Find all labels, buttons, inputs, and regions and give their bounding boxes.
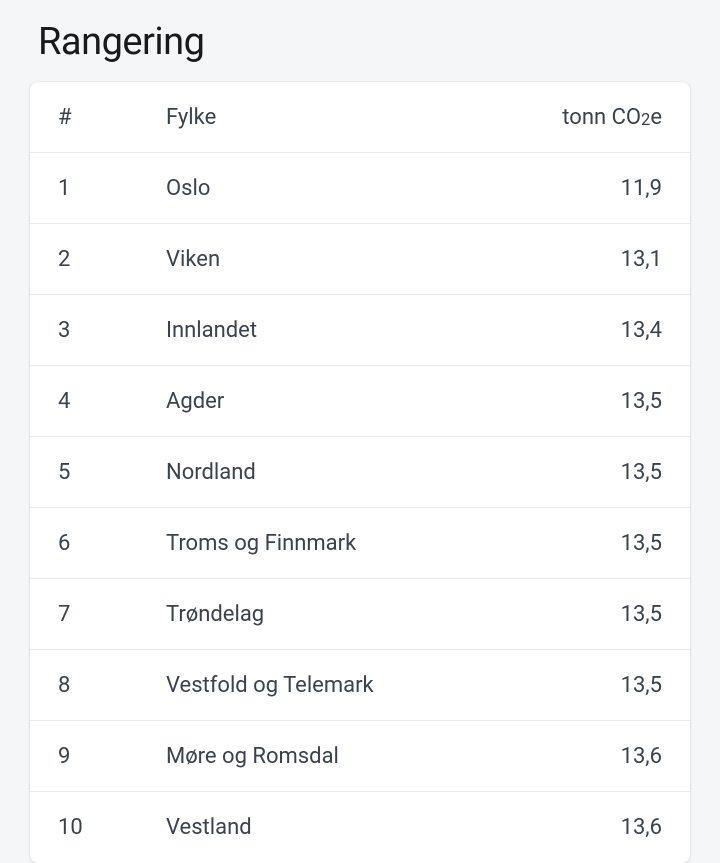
cell-value: 13,4 xyxy=(621,318,662,343)
cell-value: 13,5 xyxy=(621,531,662,556)
table-row: 2Viken13,1 xyxy=(30,224,690,295)
ranking-table: # Fylke tonn CO2e 1Oslo11,92Viken13,13In… xyxy=(30,82,690,863)
table-row: 8Vestfold og Telemark13,5 xyxy=(30,650,690,721)
cell-value: 13,1 xyxy=(621,247,662,272)
table-row: 7Trøndelag13,5 xyxy=(30,579,690,650)
table-row: 3Innlandet13,4 xyxy=(30,295,690,366)
cell-rank: 1 xyxy=(58,176,166,201)
header-value-prefix: tonn CO xyxy=(562,105,641,130)
cell-name: Agder xyxy=(166,389,621,414)
cell-name: Trøndelag xyxy=(166,602,621,627)
cell-name: Vestland xyxy=(166,815,621,840)
cell-name: Oslo xyxy=(166,176,621,201)
cell-value: 13,5 xyxy=(621,602,662,627)
table-row: 10Vestland13,6 xyxy=(30,792,690,863)
cell-rank: 9 xyxy=(58,744,166,769)
cell-name: Viken xyxy=(166,247,621,272)
cell-name: Troms og Finnmark xyxy=(166,531,621,556)
cell-value: 13,6 xyxy=(621,744,662,769)
header-name: Fylke xyxy=(166,105,562,130)
cell-name: Møre og Romsdal xyxy=(166,744,621,769)
cell-rank: 10 xyxy=(58,815,166,840)
table-row: 9Møre og Romsdal13,6 xyxy=(30,721,690,792)
cell-rank: 7 xyxy=(58,602,166,627)
cell-value: 13,5 xyxy=(621,389,662,414)
table-row: 1Oslo11,9 xyxy=(30,153,690,224)
table-header: # Fylke tonn CO2e xyxy=(30,82,690,153)
cell-rank: 2 xyxy=(58,247,166,272)
header-value-suffix: e xyxy=(650,105,662,130)
cell-value: 13,6 xyxy=(621,815,662,840)
cell-name: Nordland xyxy=(166,460,621,485)
cell-rank: 5 xyxy=(58,460,166,485)
cell-rank: 3 xyxy=(58,318,166,343)
cell-name: Vestfold og Telemark xyxy=(166,673,621,698)
header-rank: # xyxy=(58,105,166,130)
table-row: 5Nordland13,5 xyxy=(30,437,690,508)
cell-value: 11,9 xyxy=(621,176,662,201)
page-title: Rangering xyxy=(38,20,690,64)
cell-value: 13,5 xyxy=(621,460,662,485)
cell-rank: 8 xyxy=(58,673,166,698)
header-value: tonn CO2e xyxy=(562,105,662,130)
cell-rank: 4 xyxy=(58,389,166,414)
cell-name: Innlandet xyxy=(166,318,621,343)
table-row: 6Troms og Finnmark13,5 xyxy=(30,508,690,579)
header-value-sub: 2 xyxy=(641,111,650,130)
cell-value: 13,5 xyxy=(621,673,662,698)
cell-rank: 6 xyxy=(58,531,166,556)
table-row: 4Agder13,5 xyxy=(30,366,690,437)
